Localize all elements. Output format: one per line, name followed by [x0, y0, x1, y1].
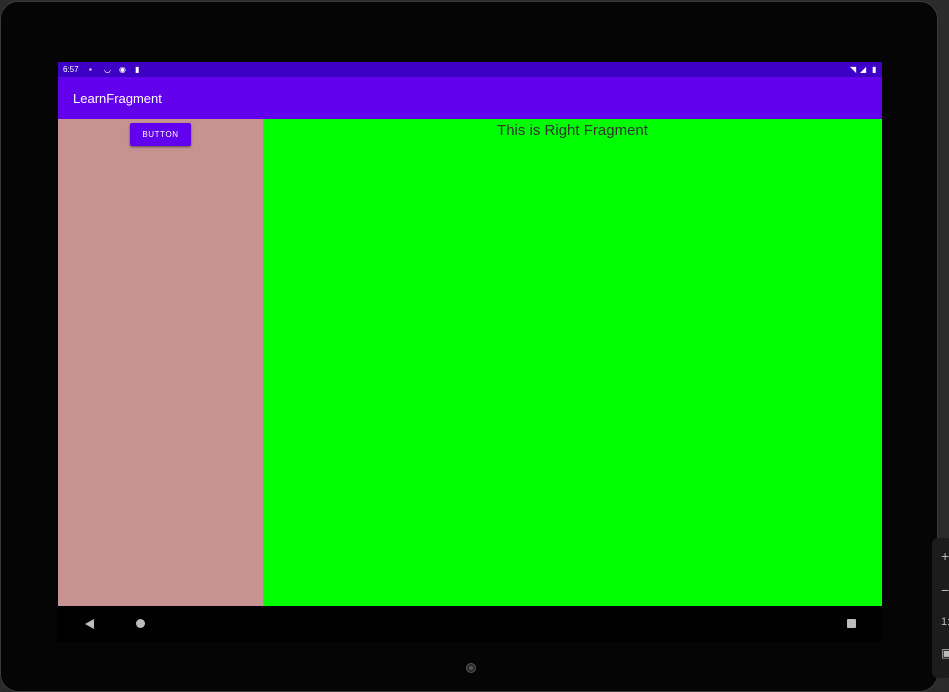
wifi-signal-icon: ◡ [104, 65, 111, 74]
cell-signal-icon: ◢ [860, 65, 867, 74]
zoom-ratio-label: 1: [941, 616, 949, 628]
navigation-bar [58, 606, 882, 642]
app-title: LearnFragment [73, 91, 162, 106]
home-icon[interactable] [136, 619, 145, 628]
tablet-device-frame: 6:57 ▪ ◡ ◉ ▮ ◥ ◢ ▮ LearnFragment BUTTON … [0, 1, 938, 692]
recents-icon[interactable] [847, 619, 856, 628]
sync-icon: ◉ [119, 65, 126, 74]
status-bar: 6:57 ▪ ◡ ◉ ▮ ◥ ◢ ▮ [58, 62, 882, 77]
fragment-button[interactable]: BUTTON [130, 123, 191, 146]
battery-icon: ▮ [872, 65, 877, 74]
back-icon[interactable] [85, 619, 94, 629]
app-bar: LearnFragment [58, 77, 882, 119]
zoom-out-icon[interactable]: − [941, 582, 949, 598]
right-fragment: This is Right Fragment [263, 119, 882, 606]
camera-icon [466, 663, 476, 673]
wifi-icon: ◥ [850, 65, 857, 74]
zoom-in-icon[interactable]: + [941, 548, 949, 564]
device-screen: 6:57 ▪ ◡ ◉ ▮ ◥ ◢ ▮ LearnFragment BUTTON … [58, 62, 882, 642]
right-fragment-text: This is Right Fragment [497, 122, 648, 139]
status-time: 6:57 [63, 65, 79, 74]
notification-icon: ▪ [89, 65, 92, 74]
sd-card-icon: ▮ [135, 65, 140, 74]
screenshot-icon[interactable]: ▣ [941, 646, 949, 660]
emulator-side-panel: + − 1: ▣ [932, 538, 949, 678]
left-fragment: BUTTON [58, 119, 263, 606]
